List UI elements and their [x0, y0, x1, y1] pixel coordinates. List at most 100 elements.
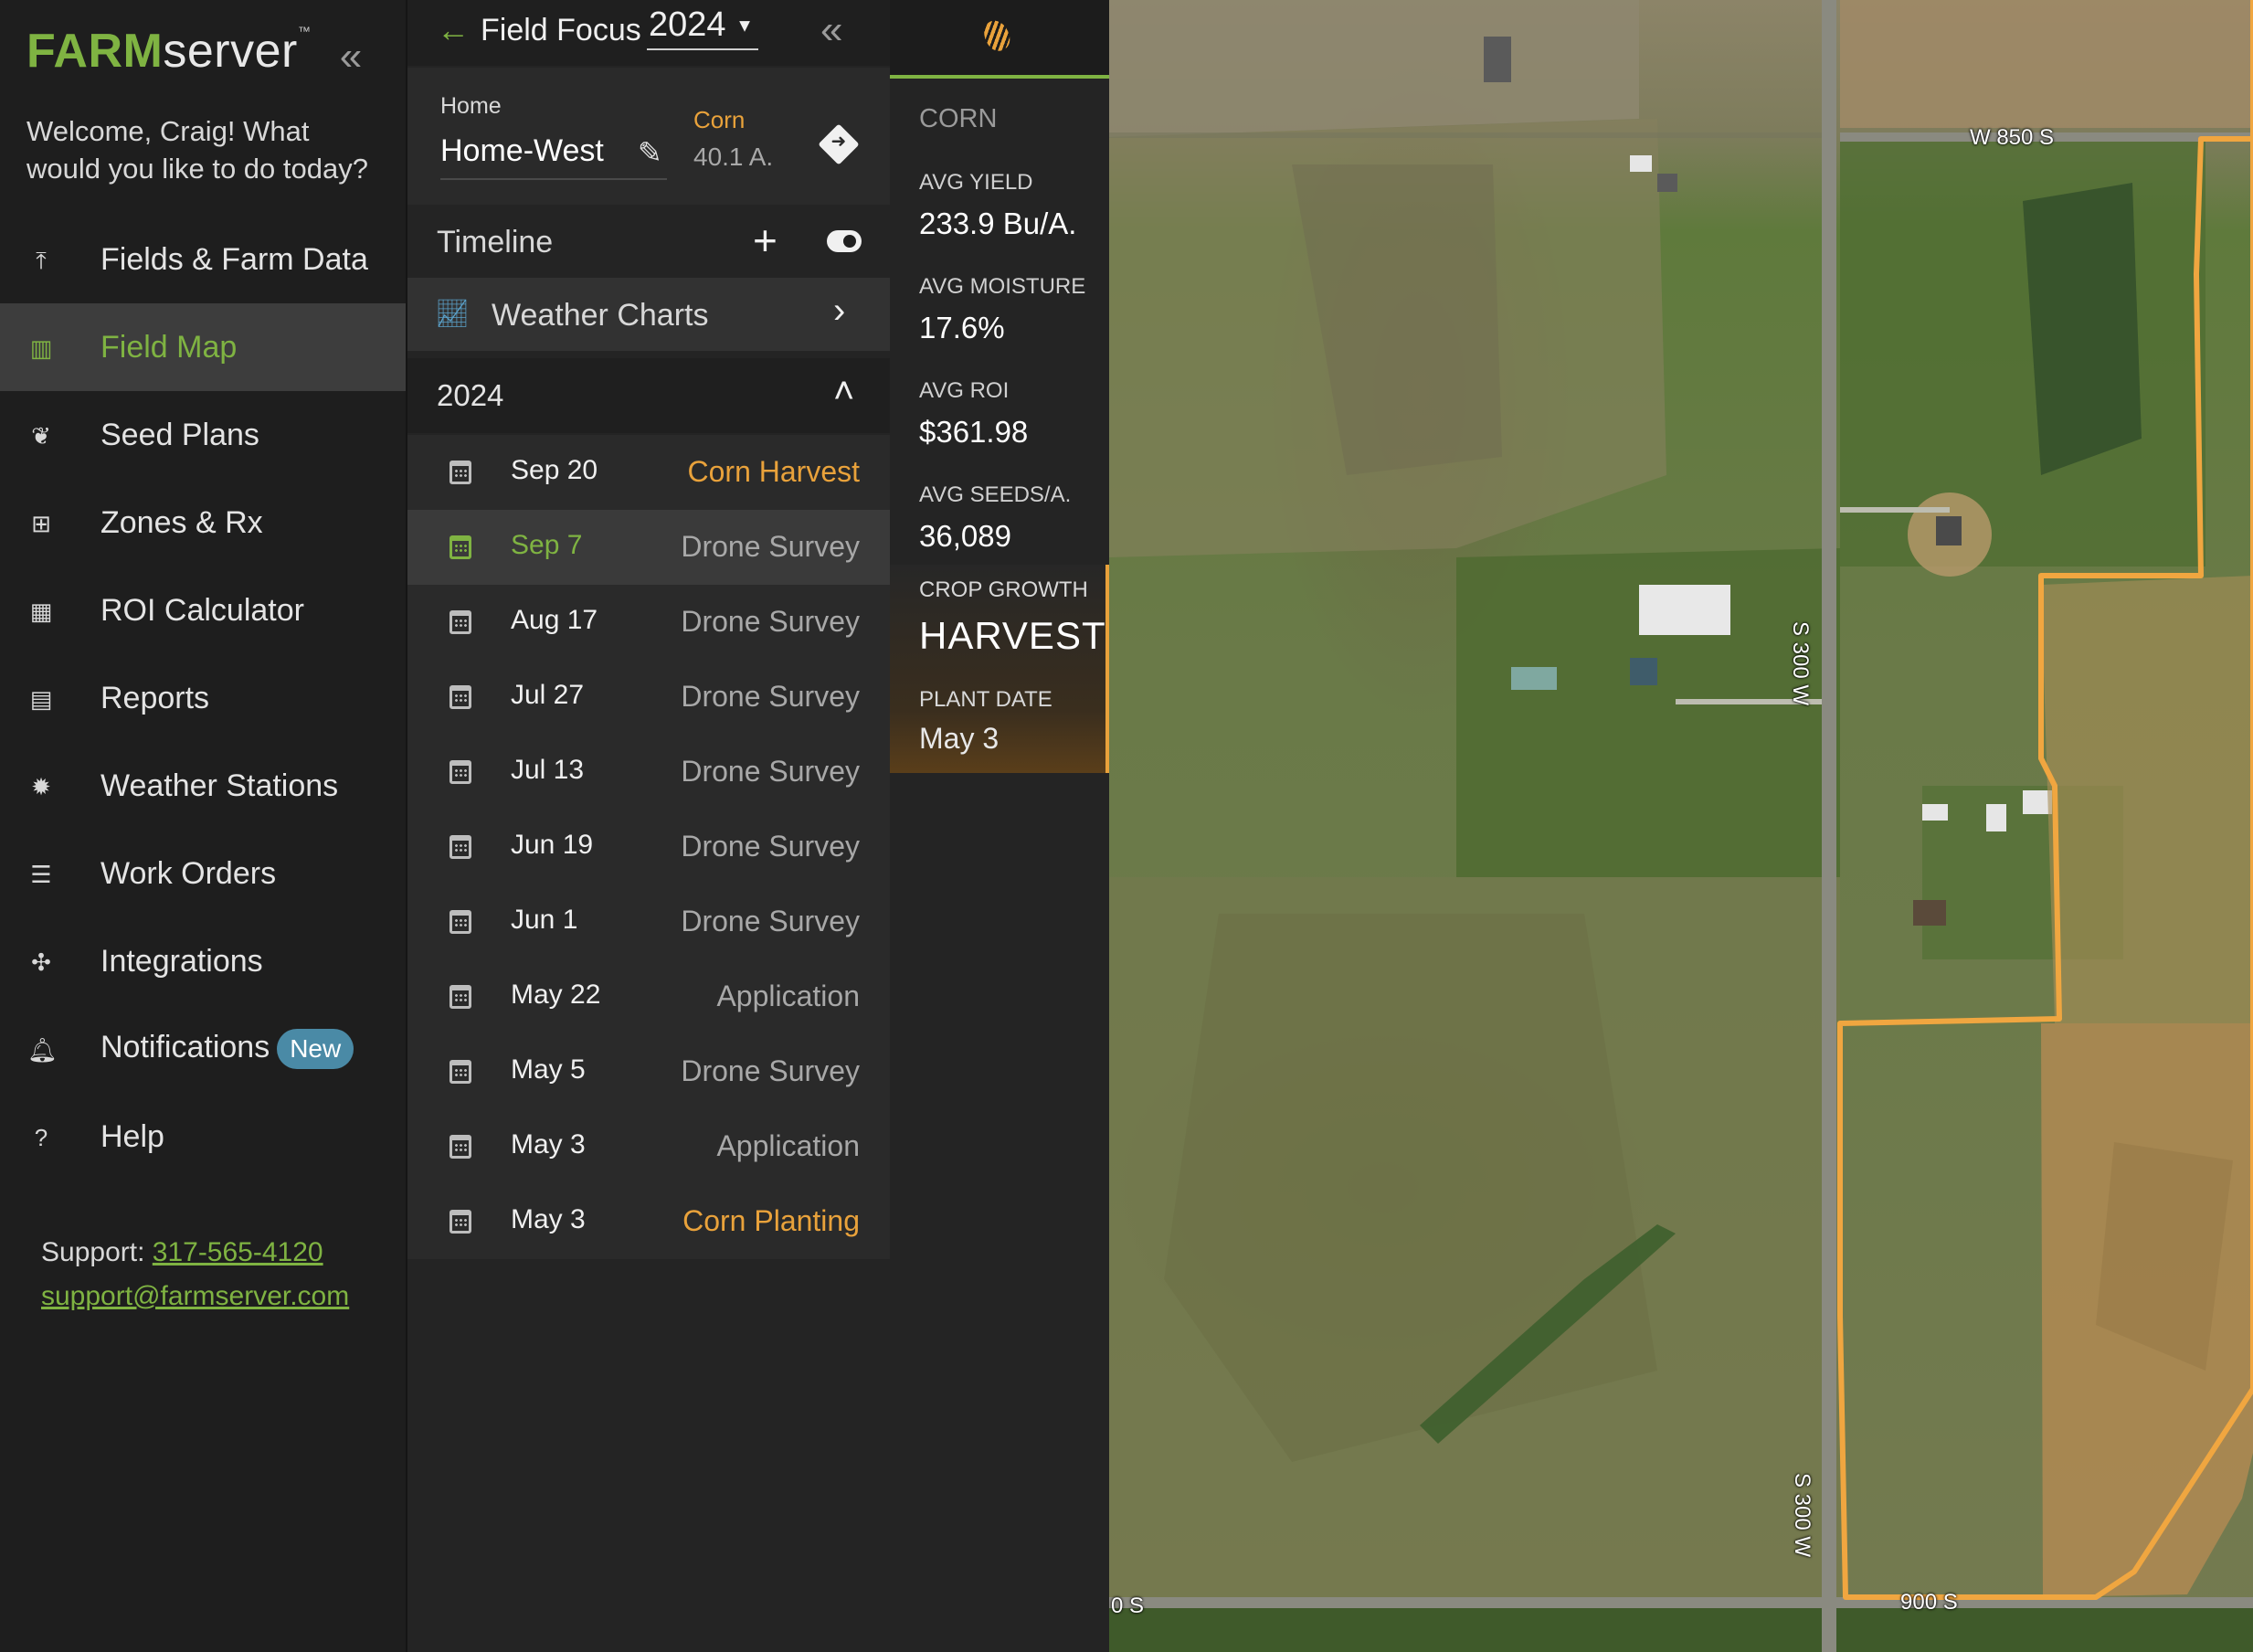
- stats-crop-label: CORN: [919, 104, 998, 133]
- calculator-icon: ▦: [29, 598, 53, 625]
- field-acres: 40.1 A.: [693, 143, 774, 171]
- weather-charts-button[interactable]: 📈︎ Weather Charts ›: [407, 278, 890, 351]
- timeline-events: Sep 20 Corn Harvest Sep 7 Drone Survey Aug 1…: [407, 435, 890, 1259]
- sidebar-item-help[interactable]: ? Help: [0, 1093, 406, 1181]
- event-date: Sep 20: [511, 455, 598, 485]
- caret-down-icon: ▼: [735, 16, 754, 37]
- timeline-toggle[interactable]: [827, 230, 862, 252]
- support-info: Support: 317-565-4120 support@farmserver…: [41, 1231, 349, 1318]
- sidebar-item-weather-stations[interactable]: ✹ Weather Stations: [0, 742, 406, 830]
- calendar-icon: [450, 1060, 471, 1084]
- avg-yield-stat: AVG YIELD 233.9 Bu/A.: [919, 170, 1076, 241]
- event-date: Sep 7: [511, 530, 583, 560]
- field-focus-panel: ← Field Focus 2024 ▼ « Home Home-West ✎ …: [407, 0, 890, 1652]
- sidebar-nav: ⤒ Fields & Farm Data ▥ Field Map ❦ Seed …: [0, 216, 406, 1181]
- calendar-icon: [450, 535, 471, 559]
- timeline-event[interactable]: Jun 19 Drone Survey: [407, 810, 890, 884]
- sidebar: FARMserver™ « Welcome, Craig! What would…: [0, 0, 406, 1652]
- calendar-icon: [450, 910, 471, 934]
- timeline-event[interactable]: May 22 Application: [407, 959, 890, 1034]
- event-date: Aug 17: [511, 605, 598, 635]
- event-type: Drone Survey: [681, 830, 860, 863]
- collapse-sidebar-icon[interactable]: «: [333, 35, 369, 79]
- calendar-icon: [450, 760, 471, 784]
- sprout-icon: ❦: [31, 422, 51, 450]
- calendar-icon: [450, 985, 471, 1009]
- timeline-header: Timeline +: [407, 206, 890, 278]
- timeline-label: Timeline: [437, 225, 554, 259]
- upload-icon: ⤒: [36, 247, 47, 274]
- event-type: Drone Survey: [681, 605, 860, 638]
- timeline-event[interactable]: Jul 27 Drone Survey: [407, 660, 890, 735]
- road-label-partial: 0 S: [1111, 1594, 1145, 1618]
- chevron-up-icon: ˄: [833, 371, 855, 411]
- panel-title: Field Focus: [481, 13, 641, 48]
- bell-icon: 🔔︎: [27, 1036, 58, 1064]
- sidebar-item-field-map[interactable]: ▥ Field Map: [0, 303, 406, 391]
- pencil-icon[interactable]: ✎: [638, 135, 662, 170]
- event-date: May 22: [511, 980, 601, 1010]
- year-section-header[interactable]: 2024 ˄: [407, 358, 890, 433]
- field-map[interactable]: W 850 S S 300 W S 300 W 900 S 0 S: [1109, 0, 2253, 1652]
- farmserver-logo[interactable]: FARMserver™: [26, 24, 311, 79]
- weather-charts-label: Weather Charts: [492, 298, 709, 333]
- event-type: Drone Survey: [681, 755, 860, 788]
- sidebar-item-roi-calculator[interactable]: ▦ ROI Calculator: [0, 567, 406, 654]
- add-event-icon[interactable]: +: [753, 216, 777, 265]
- sidebar-item-fields-farm-data[interactable]: ⤒ Fields & Farm Data: [0, 216, 406, 303]
- event-type: Application: [716, 1129, 860, 1162]
- calendar-icon: [450, 685, 471, 709]
- avg-seeds-stat: AVG SEEDS/A. 36,089: [919, 482, 1071, 554]
- road-s300w: [1822, 0, 1836, 1652]
- timeline-event[interactable]: Jun 1 Drone Survey: [407, 884, 890, 959]
- event-date: Jun 19: [511, 830, 594, 860]
- event-date: Jul 13: [511, 755, 585, 785]
- sidebar-item-integrations[interactable]: ✣ Integrations: [0, 917, 406, 1005]
- collapse-panel-icon[interactable]: «: [820, 7, 842, 53]
- timeline-event[interactable]: Sep 20 Corn Harvest: [407, 435, 890, 510]
- event-type: Corn Harvest: [687, 455, 861, 488]
- timeline-event[interactable]: May 5 Drone Survey: [407, 1034, 890, 1109]
- back-arrow-icon[interactable]: ←: [437, 11, 470, 49]
- avg-seeds-value: 36,089: [919, 519, 1011, 553]
- crop-stats-panel: CORN AVG YIELD 233.9 Bu/A. AVG MOISTURE …: [890, 0, 1109, 1652]
- sidebar-item-reports[interactable]: ▤ Reports: [0, 654, 406, 742]
- event-type: Drone Survey: [681, 530, 860, 563]
- road-label-s300w-1: S 300 W: [1788, 621, 1813, 706]
- event-type: Application: [716, 980, 860, 1012]
- event-type: Corn Planting: [682, 1204, 860, 1237]
- timeline-event[interactable]: May 3 Application: [407, 1109, 890, 1184]
- year-dropdown[interactable]: 2024 ▼: [647, 5, 758, 50]
- directions-icon[interactable]: [818, 123, 860, 165]
- plant-date-value: May 3: [919, 722, 1000, 755]
- support-phone-link[interactable]: 317-565-4120: [153, 1237, 323, 1267]
- timeline-event[interactable]: Aug 17 Drone Survey: [407, 585, 890, 660]
- sidebar-item-seed-plans[interactable]: ❦ Seed Plans: [0, 391, 406, 479]
- avg-moisture-label: AVG MOISTURE: [919, 274, 1086, 299]
- event-type: Drone Survey: [681, 680, 860, 713]
- satellite-imagery: [1109, 0, 2253, 1652]
- road-label-w850s: W 850 S: [1970, 125, 2055, 150]
- field-info: Home Home-West ✎ Corn 40.1 A.: [407, 68, 890, 205]
- sidebar-item-notifications[interactable]: 🔔︎ Notifications New: [0, 1005, 406, 1093]
- calendar-icon: [450, 835, 471, 859]
- calendar-icon: [450, 1135, 471, 1159]
- sidebar-item-work-orders[interactable]: ☰ Work Orders: [0, 830, 406, 917]
- support-email-link[interactable]: support@farmserver.com: [41, 1281, 349, 1311]
- sidebar-item-zones-rx[interactable]: ⊞ Zones & Rx: [0, 479, 406, 567]
- plant-date-label: PLANT DATE: [919, 687, 1052, 712]
- corn-tab[interactable]: [890, 0, 1109, 79]
- road-label-900s: 900 S: [1900, 1590, 1958, 1615]
- new-badge: New: [277, 1029, 354, 1069]
- checklist-icon: ☰: [30, 861, 52, 888]
- avg-seeds-label: AVG SEEDS/A.: [919, 482, 1072, 507]
- gear-icon: ✹: [31, 773, 51, 800]
- timeline-event[interactable]: May 3 Corn Planting: [407, 1184, 890, 1259]
- event-date: May 5: [511, 1054, 586, 1085]
- map-icon: ▥: [29, 334, 53, 362]
- timeline-event[interactable]: Sep 7 Drone Survey: [407, 510, 890, 585]
- field-name-input[interactable]: Home-West: [440, 133, 667, 180]
- timeline-event[interactable]: Jul 13 Drone Survey: [407, 735, 890, 810]
- calendar-icon: [450, 610, 471, 634]
- section-year-label: 2024: [437, 378, 504, 412]
